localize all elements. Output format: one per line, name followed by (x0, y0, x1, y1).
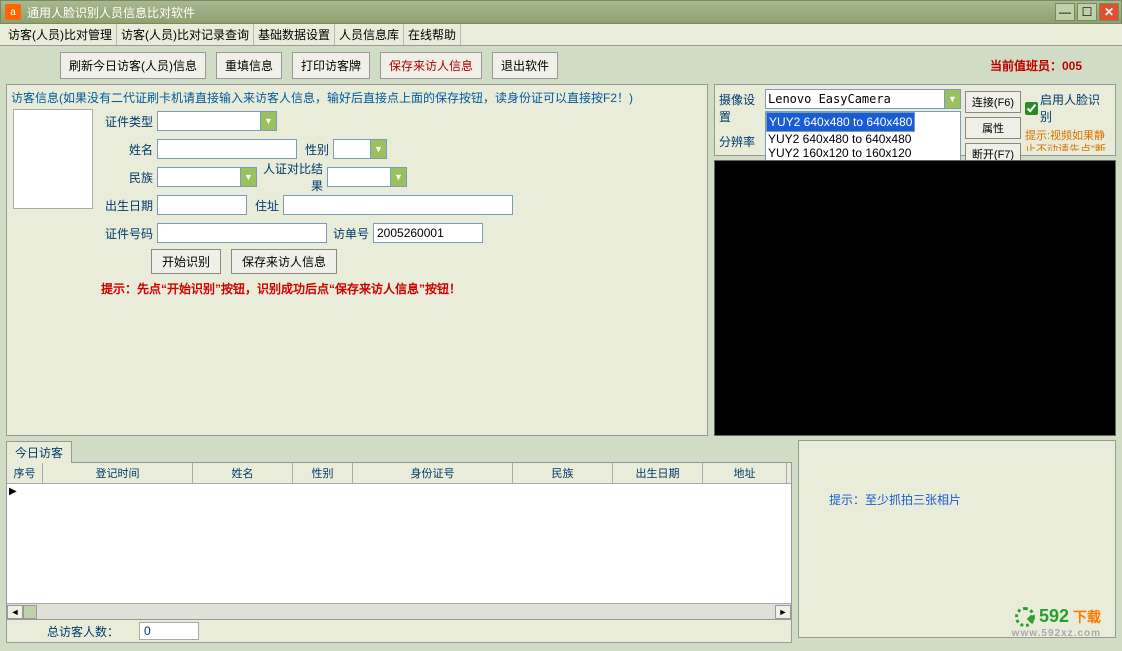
list-item[interactable]: YUY2 640x480 to 640x480 (766, 132, 960, 146)
id-type-label: 证件类型 (101, 113, 157, 130)
print-button[interactable]: 打印访客牌 (292, 52, 370, 79)
id-photo-box (13, 109, 93, 209)
visitno-label: 访单号 (327, 225, 373, 242)
scroll-thumb[interactable] (23, 605, 37, 619)
row-indicator-icon: ▶ (9, 486, 17, 497)
nation-select[interactable]: ▼ (157, 167, 257, 187)
form-warning: 提示：先点“开始识别”按钮，识别成功后点“保存来访人信息”按钮！ (101, 280, 703, 297)
list-item[interactable]: YUY2 640x480 to 640x480 (766, 112, 915, 132)
compare-result-select[interactable]: ▼ (327, 167, 407, 187)
gender-label: 性别 (297, 141, 333, 158)
idno-label: 证件号码 (101, 225, 157, 242)
camera-device-select[interactable]: Lenovo EasyCamera▼ (765, 89, 961, 109)
chevron-down-icon: ▼ (260, 112, 276, 130)
form-hint: 访客信息(如果没有二代证刷卡机请直接输入来访客人信息，输好后直接点上面的保存按钮… (11, 89, 703, 106)
table-header: 序号 登记时间 姓名 性别 身份证号 民族 出生日期 地址 (7, 463, 791, 484)
table-body[interactable]: ▶ (7, 484, 791, 603)
tab-today-visitor[interactable]: 今日访客 (6, 441, 72, 463)
list-item[interactable]: YUY2 160x120 to 160x120 (766, 146, 960, 160)
camera-device-label: 摄像设置 (719, 91, 765, 125)
photos-hint: 提示：至少抓拍三张相片 (829, 491, 961, 508)
capture-photos-panel: 提示：至少抓拍三张相片 592下载 www.592xz.com (798, 440, 1116, 638)
nation-label: 民族 (101, 169, 157, 186)
maximize-button[interactable]: ☐ (1077, 3, 1097, 21)
chevron-down-icon: ▼ (390, 168, 406, 186)
exit-button[interactable]: 退出软件 (492, 52, 558, 79)
logo-icon (1015, 607, 1035, 627)
backfill-button[interactable]: 重填信息 (216, 52, 282, 79)
gender-select[interactable]: ▼ (333, 139, 387, 159)
toolbar: 刷新今日访客(人员)信息 重填信息 打印访客牌 保存来访人信息 退出软件 当前值… (0, 46, 1122, 84)
name-label: 姓名 (101, 141, 157, 158)
camera-connect-button[interactable]: 连接(F6) (965, 91, 1021, 113)
birth-input[interactable] (157, 195, 247, 215)
horizontal-scrollbar[interactable]: ◄ ► (7, 603, 791, 619)
address-label: 住址 (247, 197, 283, 214)
visitno-input[interactable] (373, 223, 483, 243)
camera-properties-button[interactable]: 属性 (965, 117, 1021, 139)
enable-face-checkbox[interactable]: 启用人脸识别 (1025, 91, 1111, 125)
start-recognize-button[interactable]: 开始识别 (151, 249, 221, 274)
window-titlebar: a 通用人脸识别人员信息比对软件 — ☐ ✕ (0, 0, 1122, 24)
site-logo: 592下载 www.592xz.com (1015, 606, 1101, 627)
menu-base-data[interactable]: 基础数据设置 (254, 24, 335, 45)
refresh-button[interactable]: 刷新今日访客(人员)信息 (60, 52, 206, 79)
id-type-select[interactable]: ▼ (157, 111, 277, 131)
idno-input[interactable] (157, 223, 327, 243)
birth-label: 出生日期 (101, 197, 157, 214)
chevron-down-icon: ▼ (944, 90, 960, 108)
minimize-button[interactable]: — (1055, 3, 1075, 21)
status-duty: 当前值班员：005 (990, 57, 1082, 74)
camera-tip: 提示:视频如果静止不动请先点"断开"按钮再点"连接" (1025, 129, 1111, 151)
camera-res-label: 分辨率 (719, 133, 765, 150)
camera-settings-panel: 摄像设置 分辨率 Lenovo EasyCamera▼ YUY2 640x480… (714, 84, 1116, 156)
save-visitor-top-button[interactable]: 保存来访人信息 (380, 52, 482, 79)
menu-person-db[interactable]: 人员信息库 (335, 24, 404, 45)
menu-visitor-compare[interactable]: 访客(人员)比对管理 (4, 24, 117, 45)
chevron-down-icon: ▼ (370, 140, 386, 158)
close-button[interactable]: ✕ (1099, 3, 1119, 21)
chevron-down-icon: ▼ (240, 168, 256, 186)
menubar: 访客(人员)比对管理 访客(人员)比对记录查询 基础数据设置 人员信息库 在线帮… (0, 24, 1122, 46)
visitor-form-panel: 访客信息(如果没有二代证刷卡机请直接输入来访客人信息，输好后直接点上面的保存按钮… (6, 84, 708, 436)
name-input[interactable] (157, 139, 297, 159)
scroll-right-button[interactable]: ► (775, 605, 791, 619)
visitor-count-bar: 总访客人数： 0 (6, 620, 792, 643)
count-label: 总访客人数： (47, 623, 119, 640)
today-visitor-panel: 今日访客 序号 登记时间 姓名 性别 身份证号 民族 出生日期 地址 ▶ ◄ ►… (6, 440, 792, 643)
window-title: 通用人脸识别人员信息比对软件 (27, 4, 1055, 21)
menu-help[interactable]: 在线帮助 (404, 24, 461, 45)
compare-result-label: 人证对比结果 (257, 160, 327, 194)
count-value: 0 (139, 622, 199, 640)
app-icon: a (5, 4, 21, 20)
address-input[interactable] (283, 195, 513, 215)
camera-video-box (714, 160, 1116, 436)
scroll-left-button[interactable]: ◄ (7, 605, 23, 619)
save-visitor-button[interactable]: 保存来访人信息 (231, 249, 337, 274)
menu-compare-records[interactable]: 访客(人员)比对记录查询 (117, 24, 254, 45)
